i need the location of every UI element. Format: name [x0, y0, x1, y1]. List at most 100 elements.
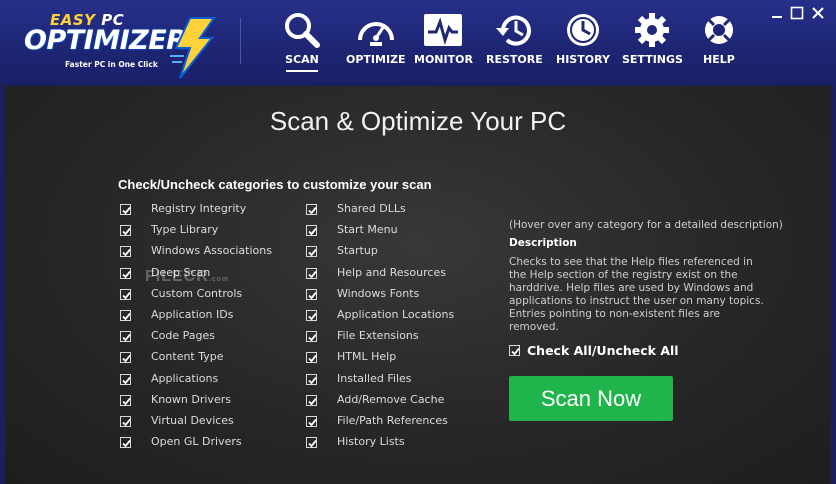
- checkmark-icon: [308, 397, 317, 406]
- category-label[interactable]: Installed Files: [337, 372, 412, 385]
- category-checkbox[interactable]: [306, 246, 317, 258]
- checkmark-icon: [511, 347, 520, 356]
- nav-settings[interactable]: SETTINGS: [622, 10, 683, 66]
- category-checkbox[interactable]: [306, 267, 317, 279]
- checkmark-icon: [308, 206, 317, 215]
- nav-help-label: HELP: [703, 53, 735, 66]
- category-checkbox[interactable]: [120, 437, 131, 449]
- nav-history-label: HISTORY: [556, 53, 610, 66]
- category-label[interactable]: History Lists: [337, 435, 405, 448]
- nav-monitor[interactable]: MONITOR: [414, 10, 473, 66]
- nav-history[interactable]: HISTORY: [556, 10, 610, 66]
- checkmark-icon: [308, 418, 317, 427]
- checkmark-icon: [308, 270, 317, 278]
- category-checkbox[interactable]: [120, 331, 131, 343]
- scan-instructions: Check/Uncheck categories to customize yo…: [118, 177, 432, 192]
- category-checkbox[interactable]: [120, 416, 131, 427]
- nav-settings-label: SETTINGS: [622, 53, 683, 66]
- category-label[interactable]: Start Menu: [337, 223, 398, 236]
- checkmark-icon: [122, 334, 131, 342]
- category-checkbox[interactable]: [306, 331, 317, 343]
- category-label[interactable]: Applications: [151, 372, 218, 385]
- category-label[interactable]: Content Type: [151, 350, 224, 363]
- gear-icon: [635, 13, 670, 47]
- page-title: Scan & Optimize Your PC: [269, 106, 567, 136]
- checkmark-icon: [308, 334, 317, 342]
- checkmark-icon: [122, 397, 131, 406]
- category-label[interactable]: File Extensions: [337, 329, 419, 342]
- nav-help[interactable]: HELP: [703, 10, 735, 66]
- category-label[interactable]: Virtual Devices: [151, 414, 234, 427]
- category-checkbox[interactable]: [120, 204, 131, 215]
- category-checkbox[interactable]: [306, 204, 317, 215]
- category-checkbox[interactable]: [306, 394, 317, 406]
- category-checkbox[interactable]: [120, 310, 131, 321]
- check-all-label[interactable]: Check All/Uncheck All: [527, 343, 679, 358]
- nav-optimize[interactable]: OPTIMIZE: [346, 10, 406, 66]
- description-text: Checks to see that the Help files refere…: [509, 256, 764, 333]
- speedometer-icon: [357, 22, 394, 46]
- category-checkbox[interactable]: [120, 246, 131, 258]
- category-checkbox[interactable]: [120, 225, 131, 237]
- checkmark-icon: [122, 418, 131, 427]
- checkmark-icon: [122, 206, 131, 215]
- category-checkbox[interactable]: [306, 310, 317, 321]
- category-label[interactable]: Shared DLLs: [337, 202, 406, 215]
- heartbeat-monitor-icon: [424, 14, 463, 46]
- category-label[interactable]: Open GL Drivers: [151, 435, 242, 448]
- category-checkbox[interactable]: [120, 267, 131, 279]
- category-label[interactable]: Add/Remove Cache: [337, 393, 444, 406]
- category-checkbox[interactable]: [120, 373, 131, 385]
- category-label[interactable]: Application Locations: [337, 308, 454, 321]
- category-label[interactable]: Windows Associations: [151, 244, 272, 257]
- category-label[interactable]: File/Path References: [337, 414, 448, 427]
- checkmark-icon: [122, 440, 131, 448]
- header-divider: [240, 18, 241, 64]
- close-icon[interactable]: [810, 5, 826, 21]
- category-label[interactable]: Windows Fonts: [337, 287, 419, 300]
- minimize-icon[interactable]: [769, 5, 785, 21]
- nav-scan-label: SCAN: [285, 53, 319, 66]
- category-checkbox[interactable]: [306, 437, 317, 449]
- checkmark-icon: [308, 249, 317, 257]
- maximize-icon[interactable]: [789, 5, 805, 21]
- category-label[interactable]: Code Pages: [151, 329, 215, 342]
- nav-scan[interactable]: SCAN: [282, 10, 322, 66]
- category-label[interactable]: Help and Resources: [337, 266, 446, 279]
- category-checkbox[interactable]: [306, 373, 317, 385]
- checkmark-icon: [308, 291, 317, 300]
- checkmark-icon: [308, 376, 317, 384]
- checkmark-icon: [308, 355, 317, 363]
- description-title: Description: [509, 237, 577, 249]
- checkmark-icon: [122, 355, 131, 363]
- checkmark-icon: [122, 249, 131, 257]
- watermark: FILECR.com: [145, 268, 230, 285]
- category-checkbox[interactable]: [306, 288, 317, 300]
- check-all-checkbox[interactable]: [509, 345, 520, 356]
- checkmark-icon: [122, 270, 131, 278]
- scan-now-button[interactable]: Scan Now: [509, 376, 673, 421]
- nav-restore[interactable]: RESTORE: [486, 10, 543, 66]
- category-checkbox[interactable]: [306, 352, 317, 364]
- magnifier-icon: [285, 13, 320, 48]
- lightning-bolt-icon: [170, 17, 216, 79]
- category-checkbox[interactable]: [120, 288, 131, 300]
- category-checkbox[interactable]: [120, 352, 131, 364]
- category-label[interactable]: Application IDs: [151, 308, 233, 321]
- nav-monitor-label: MONITOR: [414, 53, 473, 66]
- category-label[interactable]: Type Library: [151, 223, 218, 236]
- restore-clock-icon: [496, 15, 532, 46]
- category-checkbox[interactable]: [120, 394, 131, 406]
- category-checkbox[interactable]: [306, 416, 317, 427]
- checkmark-icon: [308, 312, 317, 321]
- category-label[interactable]: Registry Integrity: [151, 202, 246, 215]
- category-label[interactable]: Custom Controls: [151, 287, 242, 300]
- app-logo: EASY PC OPTIMIZER Faster PC in One Click: [22, 8, 222, 79]
- category-label[interactable]: Known Drivers: [151, 393, 231, 406]
- logo-tagline: Faster PC in One Click: [65, 60, 158, 69]
- category-label[interactable]: HTML Help: [337, 350, 396, 363]
- category-label[interactable]: Startup: [337, 244, 378, 257]
- app-header: EASY PC OPTIMIZER Faster PC in One Click…: [0, 0, 836, 84]
- lifebuoy-icon: [704, 16, 733, 44]
- category-checkbox[interactable]: [306, 225, 317, 237]
